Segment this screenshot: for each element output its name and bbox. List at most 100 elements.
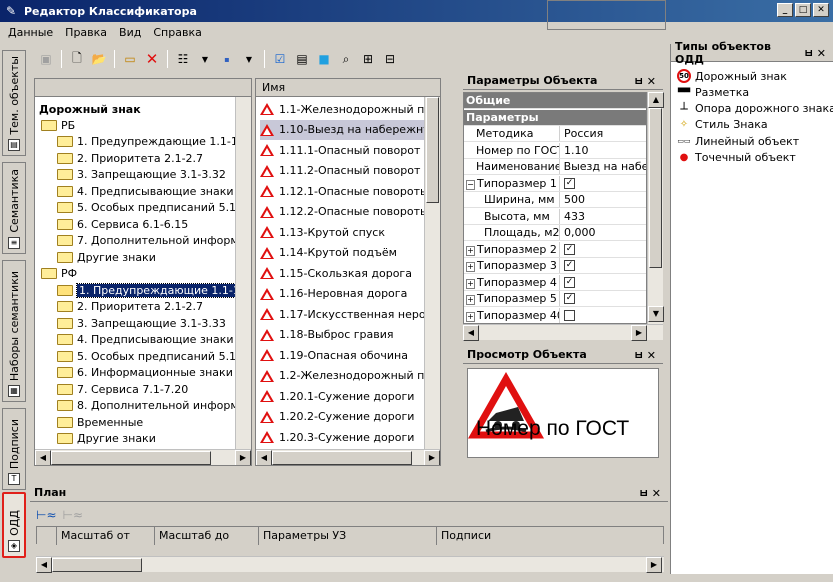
- find-icon[interactable]: ⌕: [336, 49, 356, 69]
- maximize-button[interactable]: □: [795, 3, 811, 17]
- expand-icon[interactable]: +: [466, 278, 475, 289]
- close-button[interactable]: ✕: [813, 3, 829, 17]
- list-item[interactable]: 1.13-Крутой спуск: [260, 222, 426, 242]
- fill-tool-icon[interactable]: ■: [314, 49, 334, 69]
- expand-icon[interactable]: +: [466, 295, 475, 305]
- scroll-right-icon[interactable]: ▶: [631, 325, 647, 341]
- expand-icon[interactable]: +: [466, 245, 475, 256]
- expand-icon[interactable]: −: [466, 179, 475, 190]
- property-row[interactable]: Ширина, мм 500: [464, 192, 646, 208]
- list-item[interactable]: 1.15-Скользкая дорога: [260, 263, 426, 283]
- list-item[interactable]: 1.12.1-Опасные повороты с: [260, 181, 438, 201]
- list-item[interactable]: 1.20.2-Сужение дороги: [260, 407, 426, 427]
- property-row[interactable]: Методика Россия: [464, 126, 646, 142]
- list-item[interactable]: 1.11.1-Опасный поворот на: [260, 140, 438, 160]
- scroll-thumb[interactable]: [272, 451, 412, 465]
- small-square-icon[interactable]: ▪: [217, 49, 237, 69]
- tree-item[interactable]: Другие знаки: [57, 431, 156, 447]
- property-group[interactable]: + Типоразмер 5 ✓: [464, 291, 646, 307]
- tree-item[interactable]: 7. Дополнительной информаци: [57, 233, 251, 249]
- square-dropdown-icon[interactable]: ▼: [239, 49, 259, 69]
- expand-icon[interactable]: +: [466, 262, 475, 272]
- tree-item[interactable]: 3. Запрещающие 3.1-3.32: [57, 167, 226, 183]
- property-group[interactable]: − Типоразмер 1 ✓: [464, 175, 646, 192]
- list-item[interactable]: 1.20.3-Сужение дороги: [260, 427, 426, 447]
- save-icon[interactable]: ▣: [36, 49, 56, 69]
- property-category[interactable]: Общие: [464, 93, 646, 109]
- tab-semantic-sets[interactable]: Наборы семантики ▦: [2, 260, 26, 402]
- tree-item[interactable]: 4. Предписывающие знаки 4.1.: [57, 332, 251, 348]
- list-horizontal-scrollbar[interactable]: ◀ ▶: [256, 449, 440, 465]
- menu-edit[interactable]: Правка: [65, 26, 107, 39]
- list-item[interactable]: 1.20.1-Сужение дороги: [260, 386, 426, 406]
- scroll-thumb[interactable]: [52, 558, 142, 572]
- list-item[interactable]: 1.19-Опасная обочина: [260, 345, 426, 365]
- object-type-item[interactable]: 50 Дорожный знак: [677, 68, 787, 84]
- column-scale-from[interactable]: Масштаб от: [57, 527, 155, 545]
- menu-view[interactable]: Вид: [119, 26, 141, 39]
- list-item[interactable]: 1.12.2-Опасные повороты с: [260, 202, 438, 222]
- scroll-left-icon[interactable]: ◀: [256, 450, 272, 465]
- scroll-left-icon[interactable]: ◀: [36, 557, 52, 573]
- tree-item[interactable]: Другие знаки: [57, 249, 156, 265]
- tree-item[interactable]: 3. Запрещающие 3.1-3.33: [57, 315, 226, 331]
- scroll-right-icon[interactable]: ▶: [424, 450, 440, 465]
- grid-tool-icon[interactable]: ⊟: [380, 49, 400, 69]
- tab-odd[interactable]: ОДД ◈: [2, 492, 26, 558]
- view-list-icon[interactable]: ☷: [173, 49, 193, 69]
- menu-data[interactable]: Данные: [8, 26, 53, 39]
- property-value[interactable]: 0,000: [560, 225, 596, 240]
- object-type-item[interactable]: ▭▭ Линейный объект: [677, 133, 799, 149]
- tab-semantics[interactable]: Семантика ≡: [2, 162, 26, 254]
- property-group[interactable]: + Типоразмер 3 ✓: [464, 258, 646, 274]
- menu-help[interactable]: Справка: [153, 26, 201, 39]
- column-scale-to[interactable]: Масштаб до: [155, 527, 259, 545]
- view-dropdown-icon[interactable]: ▼: [195, 49, 215, 69]
- list-item[interactable]: 1.14-Крутой подъём: [260, 243, 426, 263]
- list-item[interactable]: 1.16-Неровная дорога: [260, 284, 426, 304]
- property-value[interactable]: 1.10: [560, 143, 589, 158]
- tree-group[interactable]: РБ: [41, 117, 75, 133]
- object-type-item[interactable]: ┴ Опора дорожного знака: [677, 101, 833, 117]
- scroll-right-icon[interactable]: ▶: [235, 450, 251, 465]
- plan-horizontal-scrollbar[interactable]: ◀ ▶: [36, 556, 664, 573]
- object-type-item[interactable]: ✧ Стиль Знака: [677, 117, 768, 133]
- object-type-item[interactable]: ● Точечный объект: [677, 150, 796, 166]
- pin-close-icon[interactable]: ㅂ✕: [634, 73, 659, 89]
- property-row[interactable]: Площадь, м2 0,000: [464, 225, 646, 241]
- document-tool-icon[interactable]: ▤: [292, 49, 312, 69]
- property-checkbox[interactable]: ✓: [560, 291, 575, 306]
- tab-labels[interactable]: Подписи T: [2, 408, 26, 490]
- column-name-header[interactable]: Имя: [256, 79, 440, 97]
- property-checkbox[interactable]: ✓: [560, 275, 575, 290]
- expand-icon[interactable]: +: [466, 311, 475, 322]
- tree-horizontal-scrollbar[interactable]: ◀ ▶: [35, 449, 251, 465]
- tree-item[interactable]: 2. Приоритета 2.1-2.7: [57, 299, 203, 315]
- property-group[interactable]: + Типоразмер 2 ✓: [464, 241, 646, 258]
- tree-root-label[interactable]: Дорожный знак: [39, 101, 141, 117]
- pin-close-icon[interactable]: ㅂ✕: [639, 485, 664, 501]
- scroll-thumb[interactable]: [649, 108, 662, 268]
- tree-item[interactable]: Временные: [57, 414, 143, 430]
- minimize-button[interactable]: _: [777, 3, 793, 17]
- list-item[interactable]: 1.11.2-Опасный поворот на: [260, 161, 438, 181]
- property-checkbox[interactable]: [560, 308, 575, 323]
- list-item[interactable]: 1.2-Железнодорожный пере: [260, 366, 440, 386]
- property-group[interactable]: + Типоразмер 4 ✓: [464, 274, 646, 291]
- scroll-left-icon[interactable]: ◀: [35, 450, 51, 465]
- property-row[interactable]: Наименование Выезд на набе: [464, 159, 646, 175]
- property-checkbox[interactable]: ✓: [560, 258, 575, 273]
- tree-vertical-scrollbar[interactable]: [235, 97, 251, 449]
- tree-item[interactable]: 5. Особых предписаний 5.1-5.4: [57, 200, 251, 216]
- delete-icon[interactable]: ✕: [142, 49, 162, 69]
- list-item[interactable]: 1.18-Выброс гравия: [260, 325, 426, 345]
- scroll-thumb[interactable]: [426, 97, 439, 203]
- property-value[interactable]: 500: [560, 192, 585, 207]
- property-value[interactable]: Выезд на набе: [560, 159, 646, 174]
- scroll-up-icon[interactable]: ▲: [648, 92, 664, 108]
- properties-vertical-scrollbar[interactable]: ▲ ▼: [647, 92, 664, 324]
- property-checkbox[interactable]: ✓: [560, 176, 575, 191]
- tree-item[interactable]: 6. Информационные знаки 6.1-6: [57, 365, 251, 381]
- column-labels[interactable]: Подписи: [437, 527, 663, 545]
- tree-item[interactable]: 7. Сервиса 7.1-7.20: [57, 381, 188, 397]
